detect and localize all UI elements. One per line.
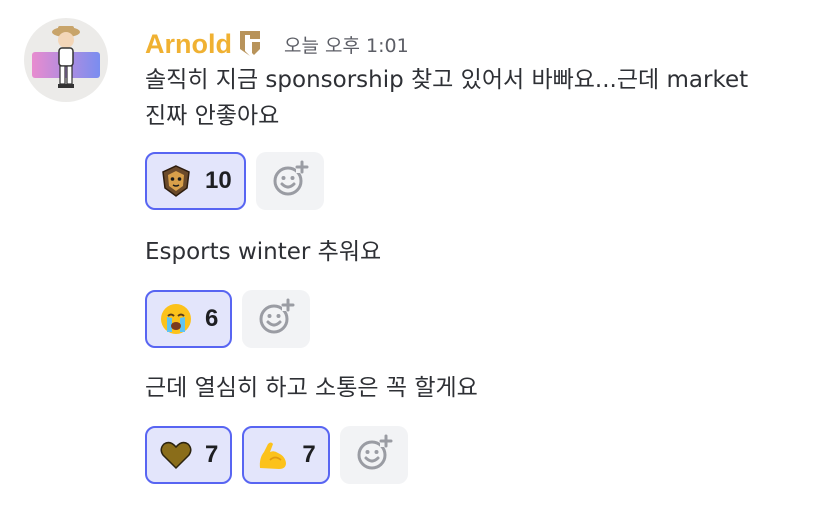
timestamp: 오늘 오후 1:01 [284, 34, 409, 57]
reaction-button[interactable]: 6 [145, 290, 233, 348]
flexed-biceps-icon [256, 438, 290, 472]
message-text-line: 근데 열심히 하고 소통은 꼭 할게요 [145, 375, 478, 401]
reaction-count: 7 [205, 441, 219, 468]
heart-icon [159, 438, 193, 472]
role-badge-icon[interactable] [238, 29, 262, 59]
reaction-count: 6 [205, 305, 219, 332]
username[interactable]: Arnold [145, 29, 232, 60]
message-text-line: 진짜 안좋아요 [145, 103, 280, 129]
reactions-bar: 6 [145, 290, 311, 348]
message-text-line: 솔직히 지금 sponsorship 찾고 있어서 바빠요...근데 marke… [145, 67, 749, 93]
add-reaction-icon [354, 433, 394, 477]
reactions-bar: 10 [145, 152, 324, 210]
reaction-button[interactable]: 7 [145, 426, 233, 484]
add-reaction-button[interactable] [339, 426, 408, 484]
tiger-emblem-icon [159, 164, 193, 198]
reaction-button[interactable]: 10 [145, 152, 246, 210]
avatar[interactable] [24, 18, 108, 102]
reaction-count: 7 [302, 441, 316, 468]
message-content: 근데 열심히 하고 소통은 꼭 할게요 [145, 370, 478, 406]
message-content: Esports winter 추워요 [145, 234, 381, 270]
add-reaction-icon [256, 297, 296, 341]
reaction-count: 10 [205, 167, 232, 194]
add-reaction-button[interactable] [242, 290, 311, 348]
crying-face-icon [159, 302, 193, 336]
reactions-bar: 7 7 [145, 426, 408, 484]
add-reaction-button[interactable] [255, 152, 324, 210]
message-content: 솔직히 지금 sponsorship 찾고 있어서 바빠요...근데 marke… [145, 62, 748, 134]
reaction-button[interactable]: 7 [242, 426, 330, 484]
message-text-line: Esports winter 추워요 [145, 239, 382, 265]
add-reaction-icon [270, 159, 310, 203]
message-header: Arnold 오늘 오후 1:01 [145, 24, 409, 64]
